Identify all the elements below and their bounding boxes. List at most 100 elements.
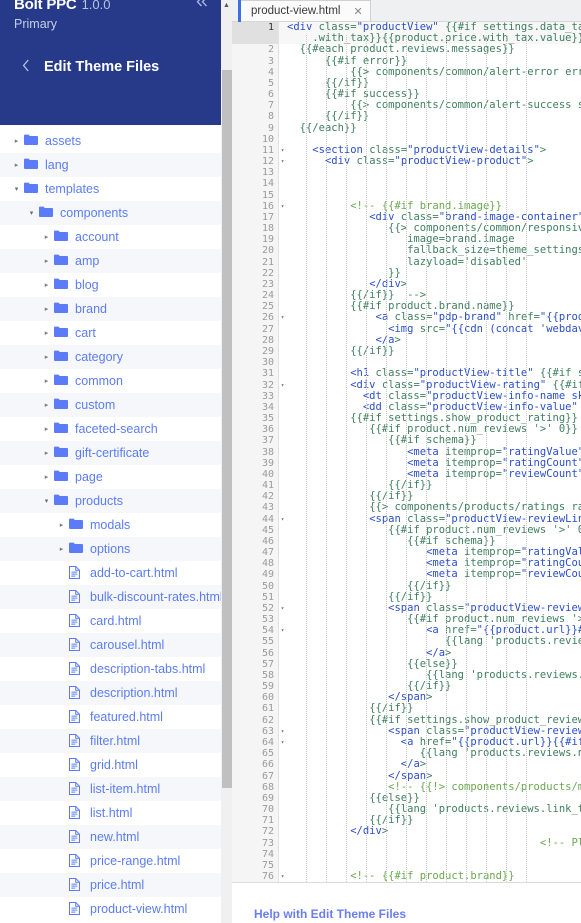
line-number[interactable]: 29	[232, 346, 278, 357]
tree-file-grid-html[interactable]: grid.html	[0, 753, 221, 777]
line-number[interactable]: 51	[232, 592, 278, 603]
code-line[interactable]: </div>	[279, 826, 581, 837]
tree-folder-modals[interactable]: ▸ modals	[0, 513, 221, 537]
line-number[interactable]: 17	[232, 212, 278, 223]
line-number[interactable]: 25	[232, 301, 278, 312]
line-number[interactable]: 67	[232, 771, 278, 782]
chevron-right-icon[interactable]: ▸	[42, 258, 51, 265]
tree-file-description-tabs-html[interactable]: description-tabs.html	[0, 657, 221, 681]
line-number[interactable]: 1▾	[232, 22, 284, 34]
line-number[interactable]: 18	[232, 223, 278, 234]
line-number[interactable]: 23	[232, 279, 278, 290]
code-text[interactable]: <div class="productView" {{#if settings.…	[279, 22, 581, 882]
line-number[interactable]: 34	[232, 402, 278, 413]
line-number[interactable]: 3	[232, 56, 278, 67]
line-number[interactable]: 46	[232, 536, 278, 547]
chevrons-left-icon[interactable]	[195, 0, 209, 10]
line-number[interactable]: 26 ▾	[232, 312, 284, 323]
line-number[interactable]: 50	[232, 581, 278, 592]
line-number[interactable]: 45	[232, 525, 278, 536]
line-number[interactable]: 2	[232, 44, 278, 55]
tree-folder-category[interactable]: ▸ category	[0, 345, 221, 369]
code-line[interactable]: <div class="productView-product">	[279, 155, 581, 167]
tree-file-filter-html[interactable]: filter.html	[0, 729, 221, 753]
line-number[interactable]: 5	[232, 78, 278, 89]
chevron-right-icon[interactable]: ▸	[42, 450, 51, 457]
tree-file-featured-html[interactable]: featured.html	[0, 705, 221, 729]
line-number[interactable]: 16 ▾	[232, 201, 284, 212]
line-number[interactable]: 76 ▾	[232, 871, 284, 882]
line-number[interactable]: 33	[232, 391, 278, 402]
code-line[interactable]	[279, 178, 581, 189]
line-number[interactable]: 36	[232, 424, 278, 435]
code-line[interactable]: <!-- Placement	[279, 837, 581, 849]
chevron-right-icon[interactable]: ▸	[42, 330, 51, 337]
chevron-right-icon[interactable]: ▸	[42, 354, 51, 361]
line-number[interactable]: 40	[232, 469, 278, 480]
line-number[interactable]: 12 ▾	[232, 156, 284, 167]
line-number[interactable]: 38	[232, 447, 278, 458]
line-number[interactable]: 68	[232, 782, 278, 793]
chevron-right-icon[interactable]: ▸	[42, 282, 51, 289]
line-number[interactable]: 15	[232, 190, 278, 201]
chevron-left-icon[interactable]	[22, 59, 44, 75]
line-number[interactable]: 69	[232, 793, 278, 804]
file-tree[interactable]: ▸ assets ▸ lang ▾ templates ▾ components ▸ accoun…	[0, 129, 221, 923]
line-number[interactable]: 62	[232, 715, 278, 726]
chevron-right-icon[interactable]: ▸	[42, 402, 51, 409]
tree-file-description-html[interactable]: description.html	[0, 681, 221, 705]
line-number[interactable]: 4	[232, 67, 278, 78]
line-number[interactable]: 19	[232, 234, 278, 245]
line-number[interactable]: 41	[232, 480, 278, 491]
line-number[interactable]: 56	[232, 648, 278, 659]
line-number[interactable]: 27	[232, 324, 278, 335]
code-line[interactable]: </a>	[279, 759, 581, 770]
line-number[interactable]: 43	[232, 502, 278, 513]
tree-file-price-range-html[interactable]: price-range.html	[0, 849, 221, 873]
tree-file-list-item-html[interactable]: list-item.html	[0, 777, 221, 801]
code-line[interactable]: {{/each}}	[279, 122, 581, 134]
close-icon[interactable]: ✕	[353, 5, 362, 18]
tree-folder-templates[interactable]: ▾ templates	[0, 177, 221, 201]
line-number[interactable]: 7	[232, 100, 278, 111]
chevron-down-icon[interactable]: ▾	[27, 210, 36, 217]
line-number[interactable]: 60	[232, 692, 278, 703]
line-number[interactable]: 48	[232, 558, 278, 569]
line-number[interactable]: 53	[232, 614, 278, 625]
tree-file-carousel-html[interactable]: carousel.html	[0, 633, 221, 657]
tree-folder-common[interactable]: ▸ common	[0, 369, 221, 393]
line-number[interactable]: 58	[232, 670, 278, 681]
line-number[interactable]: 20	[232, 245, 278, 256]
tree-folder-options[interactable]: ▸ options	[0, 537, 221, 561]
line-number[interactable]: 21	[232, 257, 278, 268]
line-number[interactable]: 6	[232, 89, 278, 100]
code-line[interactable]	[279, 849, 581, 860]
tree-folder-components[interactable]: ▾ components	[0, 201, 221, 225]
line-number[interactable]: 57	[232, 659, 278, 670]
line-number[interactable]: 72	[232, 826, 278, 837]
code-line[interactable]: {{/if}}	[279, 345, 581, 357]
line-number[interactable]: 42	[232, 491, 278, 502]
line-number[interactable]: 75	[232, 860, 278, 871]
tree-folder-faceted-search[interactable]: ▸ faceted-search	[0, 417, 221, 441]
line-number[interactable]: 61	[232, 703, 278, 714]
line-number[interactable]: 32 ▾	[232, 380, 284, 391]
line-number[interactable]: 31	[232, 368, 278, 379]
line-number[interactable]: 52 ▾	[232, 603, 284, 614]
chevron-right-icon[interactable]: ▸	[42, 474, 51, 481]
line-number[interactable]: 30	[232, 357, 278, 368]
tree-file-price-html[interactable]: price.html	[0, 873, 221, 897]
chevron-right-icon[interactable]: ▸	[42, 306, 51, 313]
tree-folder-cart[interactable]: ▸ cart	[0, 321, 221, 345]
line-number[interactable]: 73	[232, 838, 278, 849]
tree-file-add-to-cart-html[interactable]: add-to-cart.html	[0, 561, 221, 585]
scrollbar-thumb[interactable]	[222, 70, 232, 788]
line-number-gutter[interactable]: 1▾ 234567891011▾12▾13141516▾171819202122…	[232, 22, 284, 882]
line-number[interactable]: 63 ▾	[232, 726, 284, 737]
line-number[interactable]: 66	[232, 759, 278, 770]
tree-folder-lang[interactable]: ▸ lang	[0, 153, 221, 177]
tree-folder-amp[interactable]: ▸ amp	[0, 249, 221, 273]
line-number[interactable]: 35	[232, 413, 278, 424]
line-number[interactable]: 44 ▾	[232, 514, 284, 525]
chevron-right-icon[interactable]: ▸	[42, 378, 51, 385]
